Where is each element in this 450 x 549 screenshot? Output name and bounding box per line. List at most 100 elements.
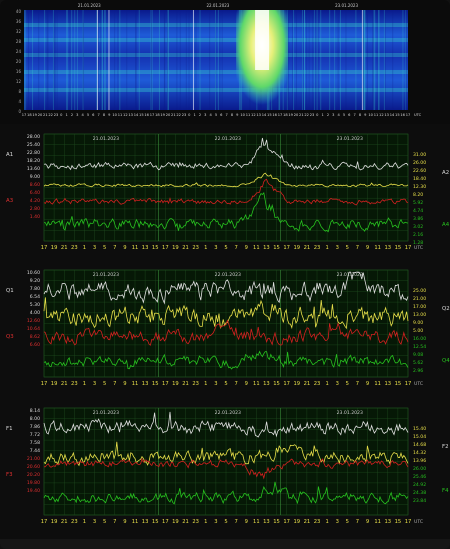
- x-tick-label: 15: [395, 245, 402, 251]
- spectrogram-y-tick: 12: [16, 79, 22, 84]
- x-tick-label: 19: [172, 381, 179, 387]
- spectrogram-streak: [384, 10, 386, 110]
- x-tick-label: 11: [253, 245, 260, 251]
- spectrogram-streak: [345, 10, 347, 110]
- left-tick-white: 8.00: [30, 416, 40, 422]
- x-tick-label: 5: [224, 381, 227, 387]
- spectrogram-streak: [314, 10, 316, 110]
- x-tick-label: 13: [384, 381, 391, 387]
- right-tick-yellow: 14.68: [413, 442, 426, 448]
- x-tick-label: 1: [204, 519, 207, 525]
- x-unit-label: UTC: [414, 245, 423, 251]
- spectrogram-hour-label: 3: [204, 113, 206, 117]
- spectrogram-streak: [176, 10, 178, 110]
- spectrogram-hour-label: 22: [48, 113, 53, 117]
- right-tick-green: 16.00: [413, 336, 426, 342]
- spectrogram-streak: [316, 10, 318, 110]
- spectrogram-streak: [362, 10, 364, 110]
- spectrogram-streak: [66, 10, 68, 110]
- spectrogram-y-tick: 20: [16, 59, 22, 64]
- spectrogram-streak: [25, 10, 27, 110]
- spectrogram-streak: [188, 10, 190, 110]
- spectrogram-hour-label: 21: [43, 113, 48, 117]
- right-tick-yellow: 9.00: [413, 320, 423, 326]
- x-tick-label: 7: [113, 381, 116, 387]
- spectrogram-streak: [195, 10, 197, 110]
- spectrogram-streak: [339, 10, 341, 110]
- x-tick-label: 9: [245, 519, 248, 525]
- left-tick-white: 8.14: [30, 408, 40, 414]
- x-tick-label: 3: [336, 245, 339, 251]
- spectrogram-hour-label: 5: [87, 113, 89, 117]
- x-tick-label: 7: [356, 381, 359, 387]
- spectrogram-streak: [150, 10, 152, 110]
- x-tick-label: 17: [41, 245, 48, 251]
- x-tick-label: 15: [273, 381, 280, 387]
- x-tick-label: 1: [83, 519, 86, 525]
- x-tick-label: 13: [142, 519, 149, 525]
- x-tick-label: 7: [113, 519, 116, 525]
- spectrogram-streak: [76, 10, 78, 110]
- spectrogram-hour-label: 1: [66, 113, 68, 117]
- spectrogram-hour-label: 11: [118, 113, 123, 117]
- spectrogram-hour-label: 12: [251, 113, 256, 117]
- left-label-white: F1: [6, 426, 13, 432]
- left-tick-red: 2.80: [30, 206, 40, 212]
- left-tick-red: 10.64: [27, 326, 40, 332]
- x-tick-label: 19: [293, 381, 300, 387]
- spectrogram-streak: [209, 10, 211, 110]
- left-tick-red: 19.80: [27, 480, 40, 486]
- spectrogram-hour-label: 7: [354, 113, 356, 117]
- x-tick-label: 11: [374, 245, 381, 251]
- x-tick-label: 13: [142, 245, 149, 251]
- chart-panels: 21.01.2023 22.01.2023 23.01.2023 28.00 25.40…: [0, 124, 450, 539]
- right-tick-yellow: 31.00: [413, 152, 426, 158]
- spectrogram-streak: [126, 10, 128, 110]
- right-tick-green: 12.54: [413, 344, 426, 350]
- left-tick-white: 7.58: [30, 440, 40, 446]
- x-tick-label: 21: [304, 381, 311, 387]
- panel-date-label: 21.01.2023: [93, 136, 119, 142]
- x-tick-label: 15: [152, 381, 159, 387]
- right-label-yellow: A2: [442, 170, 449, 176]
- spectrogram-streak: [167, 10, 169, 110]
- right-tick-green: 5.62: [413, 360, 423, 366]
- left-label-red: A3: [6, 198, 13, 204]
- x-tick-label: 7: [113, 245, 116, 251]
- spectrogram-streak: [405, 10, 407, 110]
- left-tick-white: 7.72: [30, 432, 40, 438]
- x-tick-label: 19: [51, 519, 58, 525]
- x-unit-label: UTC: [414, 381, 423, 387]
- x-unit-label: UTC: [414, 519, 423, 525]
- spectrogram-streak: [293, 10, 295, 110]
- x-tick-label: 17: [283, 381, 290, 387]
- spectrogram-hour-label: 13: [256, 113, 261, 117]
- left-tick-white: 7.80: [30, 286, 40, 292]
- x-tick-label: 17: [283, 519, 290, 525]
- right-tick-yellow: 17.00: [413, 304, 426, 310]
- spectrogram-hour-label: 21: [171, 113, 176, 117]
- x-tick-label: 23: [71, 381, 78, 387]
- x-tick-label: 5: [346, 519, 349, 525]
- x-tick-label: 11: [253, 519, 260, 525]
- spectrogram-streak: [44, 10, 46, 110]
- right-tick-yellow: 22.60: [413, 168, 426, 174]
- right-tick-yellow: 8.20: [413, 192, 423, 198]
- spectrogram-hour-label: 3: [332, 113, 334, 117]
- spectrogram-streak: [376, 10, 378, 110]
- x-tick-label: 9: [123, 245, 126, 251]
- x-tick-label: 21: [304, 519, 311, 525]
- x-tick-label: 13: [142, 381, 149, 387]
- right-tick-green: 26.00: [413, 466, 426, 472]
- x-tick-label: 21: [61, 245, 68, 251]
- panel-date-label: 21.01.2023: [93, 272, 119, 278]
- spectrogram-streak: [74, 10, 76, 110]
- spectrogram-hour-label: 13: [128, 113, 133, 117]
- panel-date-label: 23.01.2023: [337, 410, 363, 416]
- left-tick-white: 18.20: [27, 158, 40, 164]
- right-label-green: A4: [442, 222, 450, 228]
- x-tick-label: 9: [366, 519, 369, 525]
- right-tick-green: 2.96: [413, 368, 423, 374]
- spectrogram-streak: [101, 10, 103, 110]
- x-tick-label: 19: [293, 519, 300, 525]
